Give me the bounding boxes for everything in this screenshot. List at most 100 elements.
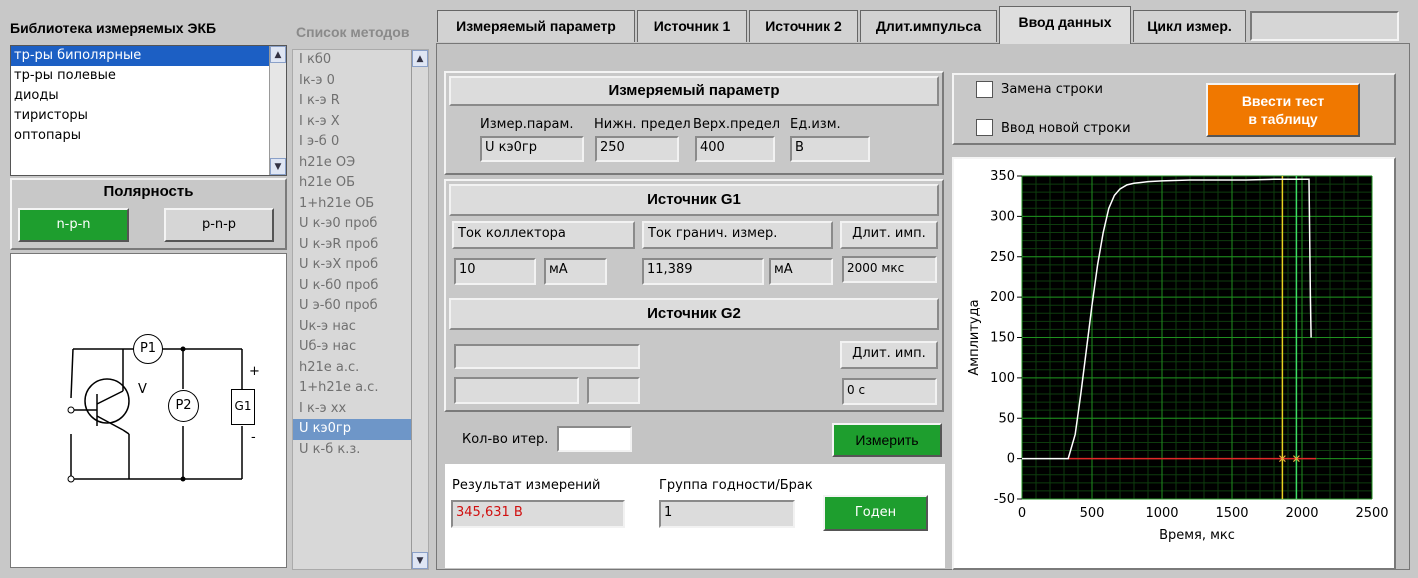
tab-source-2[interactable]: Источник 2: [749, 10, 858, 42]
measured-param-title: Измеряемый параметр: [449, 76, 939, 106]
y-tick-label: 100: [990, 371, 1015, 386]
method-item[interactable]: h21e а.с.: [293, 358, 411, 379]
measure-button[interactable]: Измерить: [832, 423, 942, 457]
y-tick-label: 300: [990, 209, 1015, 224]
method-item[interactable]: 1+h21e ОБ: [293, 194, 411, 215]
method-item[interactable]: U к-эR проб: [293, 235, 411, 256]
g2-field-2[interactable]: [454, 377, 579, 404]
method-item[interactable]: U к-эX проб: [293, 255, 411, 276]
tab-data-input[interactable]: Ввод данных: [999, 6, 1131, 44]
method-item[interactable]: I к-э X: [293, 112, 411, 133]
enter-test-line2: в таблицу: [1248, 111, 1318, 127]
col-unit-label: Ед.изм.: [790, 117, 841, 132]
polarity-title: Полярность: [103, 183, 194, 200]
method-item[interactable]: h21e ОБ: [293, 173, 411, 194]
y-tick-label: 0: [1007, 452, 1015, 467]
method-item[interactable]: U к-э0 проб: [293, 214, 411, 235]
iterations-input[interactable]: [557, 426, 632, 452]
g1-title: Источник G1: [449, 184, 939, 216]
library-item[interactable]: тиристоры: [11, 106, 286, 126]
tab-measured-param[interactable]: Измеряемый параметр: [437, 10, 635, 42]
g2-field-3[interactable]: [587, 377, 640, 404]
g1-duration-field[interactable]: 2000 мкс: [842, 256, 937, 283]
y-tick-label: -50: [994, 492, 1015, 507]
method-item[interactable]: Uб-э нас: [293, 337, 411, 358]
method-item[interactable]: U к-б0 проб: [293, 276, 411, 297]
scroll-down-icon[interactable]: ▼: [270, 158, 286, 175]
method-item[interactable]: I к-э R: [293, 91, 411, 112]
method-item[interactable]: I кб0: [293, 50, 411, 71]
method-item[interactable]: 1+h21e а.с.: [293, 378, 411, 399]
enter-test-line1: Ввести тест: [1241, 93, 1325, 109]
p2-meter: P2: [168, 390, 199, 422]
y-tick-label: 350: [990, 169, 1015, 184]
library-list[interactable]: тр-ры биполярные тр-ры полевые диоды тирист…: [10, 45, 287, 176]
method-item[interactable]: I э-б 0: [293, 132, 411, 153]
p1-meter: P1: [133, 334, 163, 364]
new-row-checkbox[interactable]: [976, 119, 993, 136]
col-high-label: Верх.предел: [693, 117, 781, 132]
plus-label: +: [249, 364, 260, 379]
collector-unit-field[interactable]: мА: [544, 258, 607, 285]
method-item[interactable]: h21e ОЭ: [293, 153, 411, 174]
x-tick-label: 500: [1080, 506, 1105, 521]
method-item[interactable]: U э-б0 проб: [293, 296, 411, 317]
group-value-field: 1: [659, 500, 795, 528]
methods-title: Список методов: [296, 24, 410, 40]
method-item[interactable]: Iк-э 0: [293, 71, 411, 92]
high-limit-field[interactable]: 400: [695, 136, 775, 162]
scroll-up-icon[interactable]: ▲: [270, 46, 286, 63]
measured-param-panel: Измеряемый параметр Измер.парам. Нижн. п…: [444, 71, 944, 175]
g1-duration-label: Длит. имп.: [840, 221, 938, 249]
g2-duration-field[interactable]: 0 с: [842, 378, 937, 405]
g2-field-1[interactable]: [454, 344, 640, 369]
param-field[interactable]: U кэ0гр: [480, 136, 584, 162]
p2-label: P2: [175, 398, 192, 413]
chart-panel: 0 500 1000 1500 2000 2500 -50 0 50 100 150 200 250 30…: [952, 157, 1396, 570]
x-axis-label: Время, мкс: [1159, 528, 1235, 543]
result-value-field: 345,631 В: [451, 500, 625, 528]
library-scrollbar[interactable]: ▲ ▼: [269, 46, 286, 175]
library-title: Библиотека измеряемых ЭКБ: [10, 20, 217, 36]
replace-row-label: Замена строки: [1001, 82, 1103, 97]
y-tick-label: 250: [990, 250, 1015, 265]
method-item[interactable]: Uк-э нас: [293, 317, 411, 338]
iterations-label: Кол-во итер.: [462, 432, 549, 447]
status-good-indicator: Годен: [823, 495, 928, 531]
replace-row-checkbox[interactable]: [976, 81, 993, 98]
pnp-button[interactable]: p-n-p: [164, 208, 274, 242]
tab-source-1[interactable]: Источник 1: [637, 10, 747, 42]
methods-scroll-down-icon[interactable]: ▼: [412, 552, 428, 569]
schematic-panel: P1 P2 G1 V + -: [10, 253, 287, 568]
method-item[interactable]: U к-б к.з.: [293, 440, 411, 461]
limit-unit-field[interactable]: мА: [769, 258, 833, 285]
minus-label: -: [251, 430, 256, 445]
col-param-label: Измер.парам.: [480, 117, 574, 132]
amplitude-chart: 0 500 1000 1500 2000 2500-5005010015020025030…: [967, 169, 1389, 543]
p1-label: P1: [139, 341, 157, 356]
result-panel: Результат измерений 345,631 В Группа год…: [445, 464, 945, 568]
tab-measure-cycle[interactable]: Цикл измер.: [1133, 10, 1246, 42]
options-panel: Замена строки Ввод новой строки Ввести т…: [952, 73, 1396, 145]
library-item[interactable]: тр-ры биполярные: [11, 46, 286, 66]
library-item[interactable]: диоды: [11, 86, 286, 106]
status-indicator: [1250, 11, 1399, 41]
methods-scroll-up-icon[interactable]: ▲: [412, 50, 428, 67]
y-tick-label: 200: [990, 290, 1015, 305]
x-tick-label: 1500: [1215, 506, 1248, 521]
method-item[interactable]: I к-э хх: [293, 399, 411, 420]
collector-current-field[interactable]: 10: [454, 258, 536, 285]
method-item[interactable]: U кэ0гр: [293, 419, 411, 440]
new-row-label: Ввод новой строки: [1001, 121, 1131, 136]
library-item[interactable]: тр-ры полевые: [11, 66, 286, 86]
limit-current-field[interactable]: 11,389: [642, 258, 764, 285]
low-limit-field[interactable]: 250: [595, 136, 679, 162]
unit-field[interactable]: В: [790, 136, 870, 162]
methods-scrollbar[interactable]: ▲ ▼: [411, 50, 428, 569]
methods-list[interactable]: I кб0 Iк-э 0I к-э RI к-э XI э-б 0 h21e ОЭ h…: [292, 49, 429, 570]
library-item[interactable]: оптопары: [11, 126, 286, 146]
tab-pulse-duration[interactable]: Длит.импульса: [860, 10, 997, 42]
result-label: Результат измерений: [452, 478, 601, 493]
npn-button[interactable]: n-p-n: [18, 208, 129, 242]
enter-test-button[interactable]: Ввести тест в таблицу: [1206, 83, 1360, 137]
